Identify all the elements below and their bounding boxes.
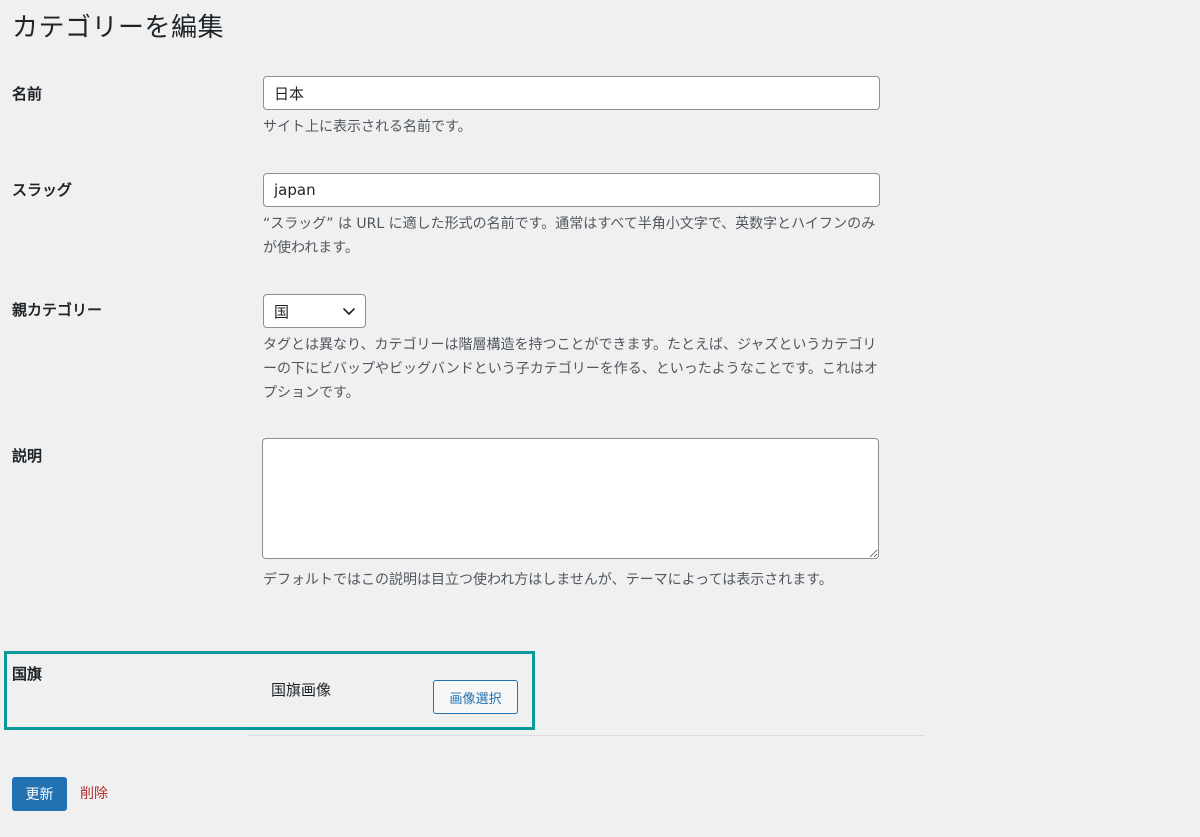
- select-image-button[interactable]: 画像選択: [433, 680, 518, 714]
- slug-input[interactable]: [263, 173, 880, 207]
- flag-image-label: 国旗画像: [271, 681, 332, 699]
- parent-category-selected-value: 国: [274, 302, 290, 321]
- slug-help-text: “スラッグ” は URL に適した形式の名前です。通常はすべて半角小文字で、英数…: [263, 216, 876, 256]
- divider: [248, 735, 925, 736]
- name-input[interactable]: [263, 76, 880, 110]
- slug-label: スラッグ: [12, 181, 73, 199]
- name-label: 名前: [12, 85, 43, 103]
- update-button[interactable]: 更新: [12, 777, 67, 811]
- description-textarea[interactable]: [262, 438, 879, 559]
- parent-category-label: 親カテゴリー: [12, 301, 103, 319]
- flag-label: 国旗: [12, 665, 43, 683]
- name-help-text: サイト上に表示される名前です。: [263, 119, 472, 135]
- parent-category-help-text: タグとは異なり、カテゴリーは階層構造を持つことができます。たとえば、ジャズという…: [263, 337, 878, 401]
- description-label: 説明: [12, 447, 43, 465]
- parent-category-select[interactable]: 国: [263, 294, 366, 328]
- description-help-text: デフォルトではこの説明は目立つ使われ方はしませんが、テーマによっては表示されます…: [263, 572, 833, 588]
- page-title: カテゴリーを編集: [12, 13, 225, 43]
- delete-link[interactable]: 削除: [80, 784, 108, 804]
- chevron-down-icon: [343, 308, 355, 315]
